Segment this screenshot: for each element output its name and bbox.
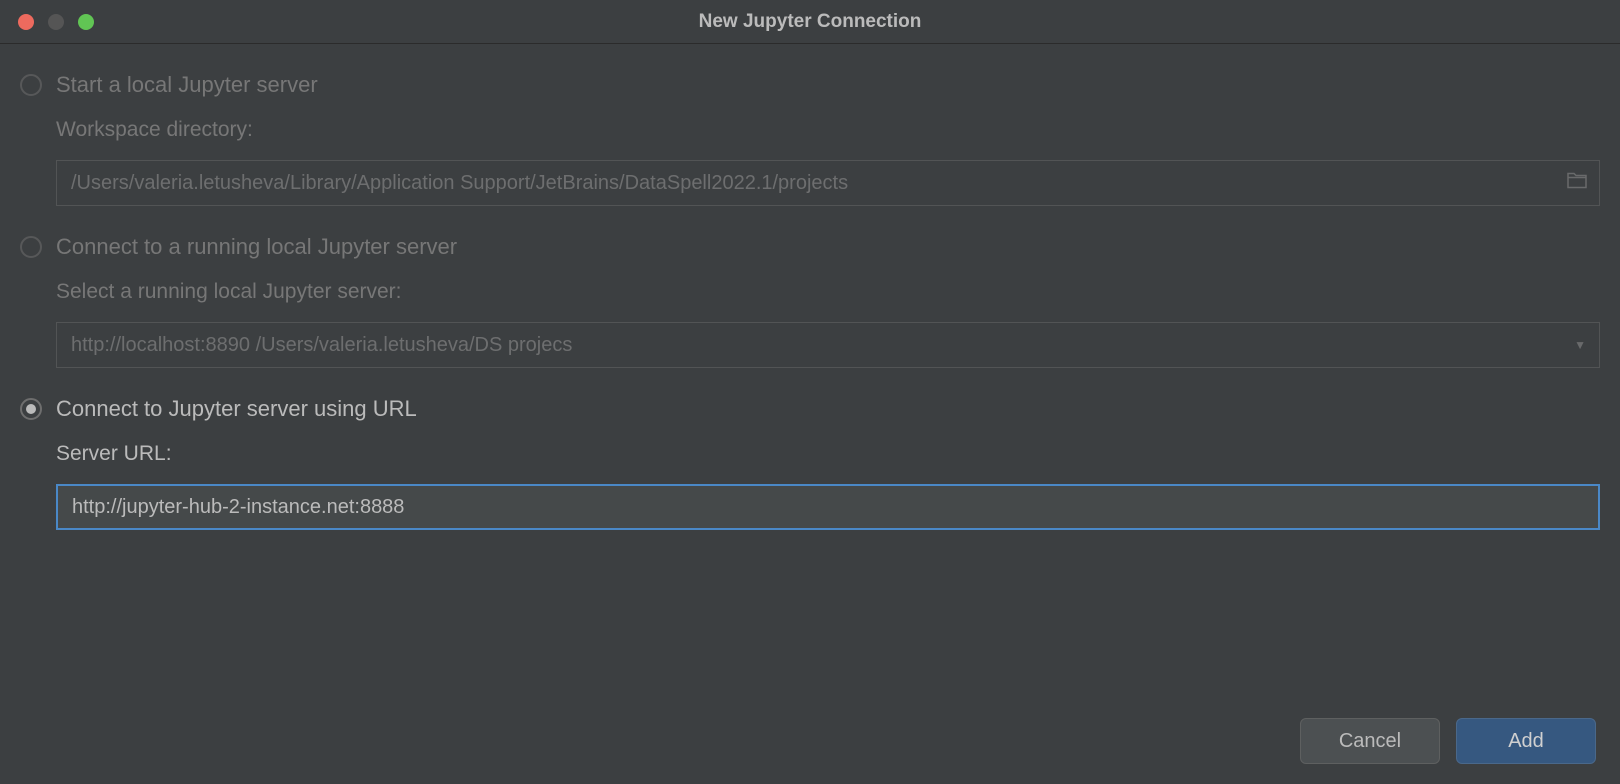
radio-label-connect-local: Connect to a running local Jupyter serve… bbox=[56, 234, 457, 260]
radio-start-local[interactable] bbox=[20, 74, 42, 96]
radio-connect-local[interactable] bbox=[20, 236, 42, 258]
radio-label-connect-url: Connect to Jupyter server using URL bbox=[56, 396, 417, 422]
radio-connect-url[interactable] bbox=[20, 398, 42, 420]
server-url-label: Server URL: bbox=[56, 442, 1600, 466]
window-minimize-button[interactable] bbox=[48, 14, 64, 30]
option-start-local: Start a local Jupyter server Workspace d… bbox=[20, 72, 1600, 206]
window-close-button[interactable] bbox=[18, 14, 34, 30]
workspace-directory-input bbox=[56, 160, 1600, 206]
workspace-directory-label: Workspace directory: bbox=[56, 118, 1600, 142]
browse-folder-icon bbox=[1566, 172, 1588, 195]
option-connect-url: Connect to Jupyter server using URL Serv… bbox=[20, 396, 1600, 530]
traffic-lights bbox=[18, 14, 94, 30]
dialog-footer: Cancel Add bbox=[1300, 718, 1596, 764]
select-server-dropdown bbox=[56, 322, 1600, 368]
dialog-content: Start a local Jupyter server Workspace d… bbox=[0, 44, 1620, 530]
titlebar: New Jupyter Connection bbox=[0, 0, 1620, 44]
option-connect-local: Connect to a running local Jupyter serve… bbox=[20, 234, 1600, 368]
add-button[interactable]: Add bbox=[1456, 718, 1596, 764]
radio-label-start-local: Start a local Jupyter server bbox=[56, 72, 318, 98]
server-url-input[interactable] bbox=[56, 484, 1600, 530]
select-server-label: Select a running local Jupyter server: bbox=[56, 280, 1600, 304]
chevron-down-icon: ▼ bbox=[1574, 338, 1586, 352]
cancel-button[interactable]: Cancel bbox=[1300, 718, 1440, 764]
window-title: New Jupyter Connection bbox=[699, 11, 922, 33]
window-maximize-button[interactable] bbox=[78, 14, 94, 30]
